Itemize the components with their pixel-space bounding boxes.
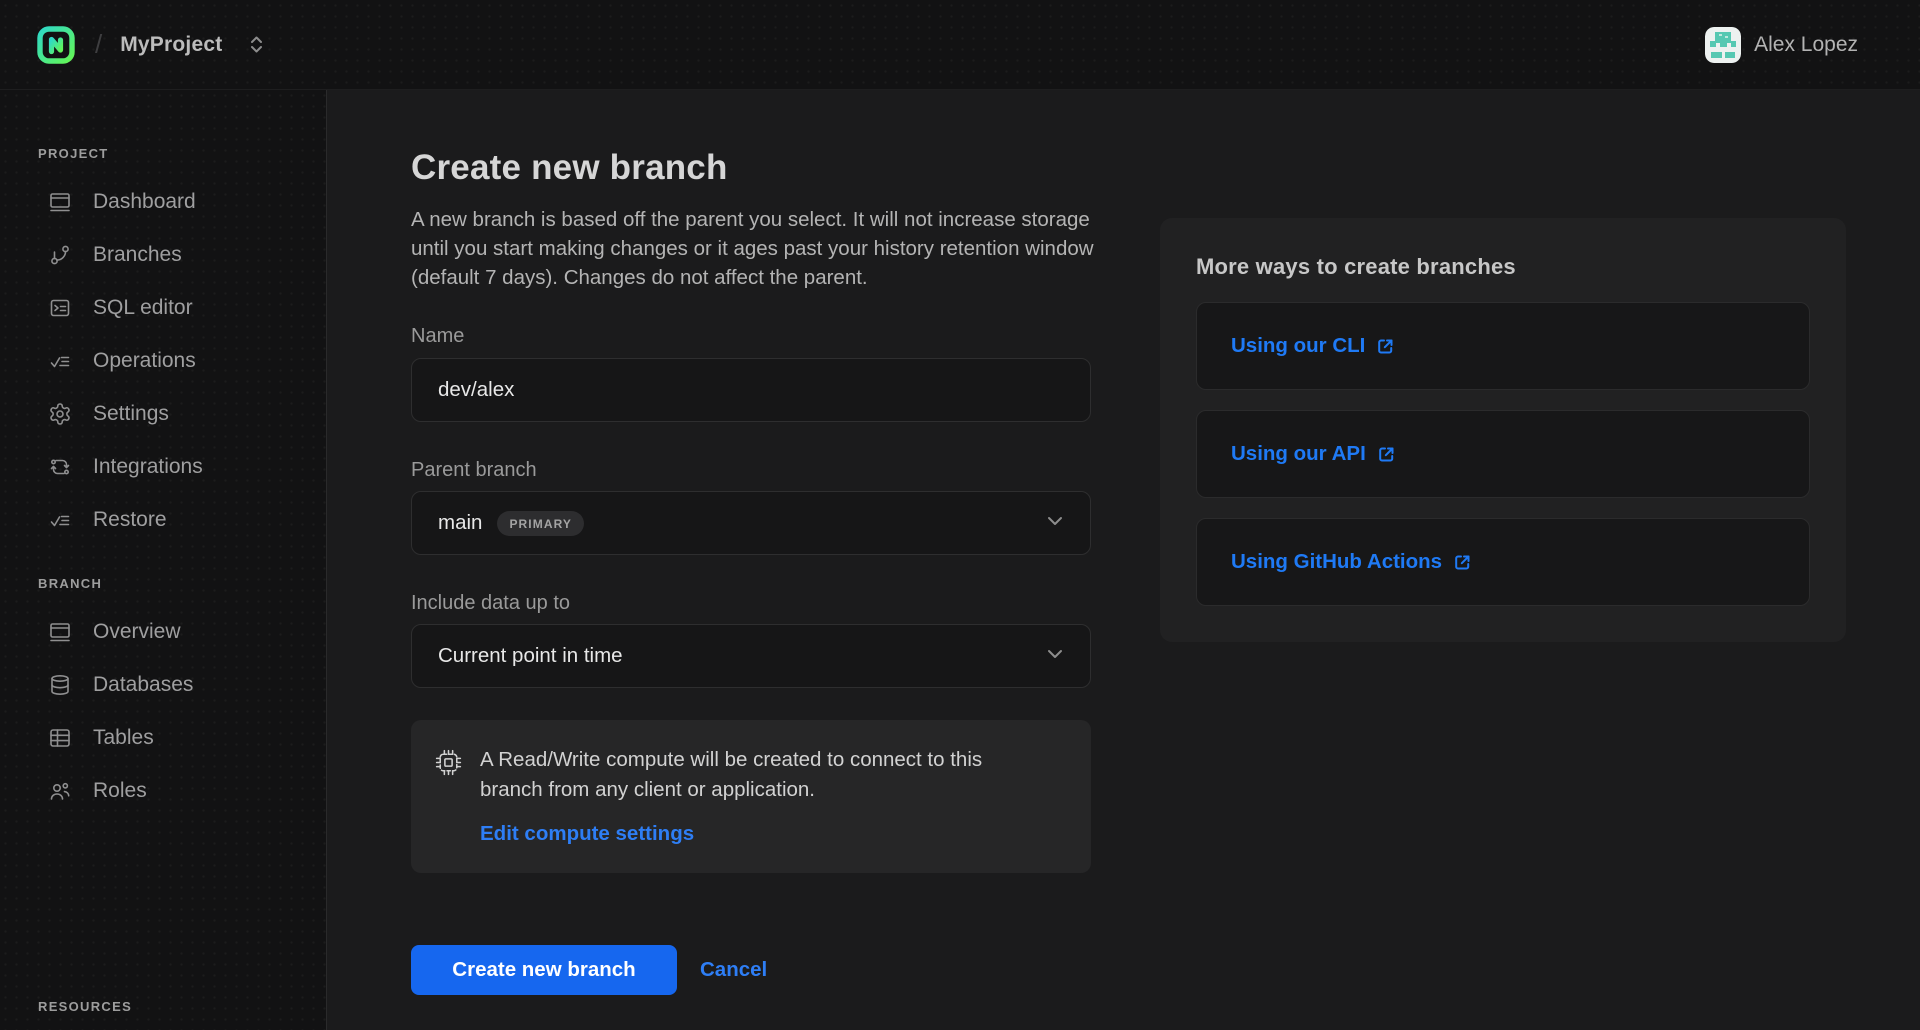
external-link-icon	[1452, 551, 1473, 573]
project-switcher[interactable]: MyProject	[120, 33, 265, 57]
database-icon	[48, 673, 72, 697]
sidebar-item-overview[interactable]: Overview	[0, 605, 326, 658]
parent-branch-value: main	[438, 511, 482, 535]
sidebar-spacer	[0, 817, 326, 999]
api-link: Using our API	[1231, 442, 1397, 466]
avatar	[1705, 27, 1741, 63]
chevron-down-icon	[1044, 510, 1066, 537]
sidebar-item-label: Restore	[93, 508, 167, 532]
more-ways-title: More ways to create branches	[1196, 254, 1810, 280]
create-branch-form: Create new branch A new branch is based …	[411, 146, 1091, 995]
sidebar-section-resources: RESOURCES	[0, 999, 326, 1014]
sidebar-item-branches[interactable]: Branches	[0, 228, 326, 281]
gear-icon	[48, 402, 72, 426]
git-branch-icon	[48, 243, 72, 267]
chevron-up-down-icon	[248, 33, 265, 56]
sidebar-item-dashboard[interactable]: Dashboard	[0, 175, 326, 228]
users-icon	[48, 779, 72, 803]
include-data-value: Current point in time	[438, 644, 623, 668]
sidebar-item-label: Roles	[93, 779, 147, 803]
terminal-icon	[48, 296, 72, 320]
page-description: A new branch is based off the parent you…	[411, 205, 1101, 292]
include-data-label: Include data up to	[411, 591, 1091, 615]
github-actions-link: Using GitHub Actions	[1231, 550, 1473, 574]
checklist-icon	[48, 508, 72, 532]
user-name: Alex Lopez	[1754, 33, 1858, 57]
sidebar-item-label: Tables	[93, 726, 154, 750]
sidebar-item-label: Operations	[93, 349, 196, 373]
cli-link-label: Using our CLI	[1231, 334, 1365, 358]
compute-info-text: A Read/Write compute will be created to …	[480, 745, 1045, 805]
sidebar-item-integrations[interactable]: Integrations	[0, 440, 326, 493]
api-link-card[interactable]: Using our API	[1196, 410, 1810, 498]
window-icon	[48, 620, 72, 644]
sidebar-item-sql-editor[interactable]: SQL editor	[0, 281, 326, 334]
sidebar-item-label: Branches	[93, 243, 182, 267]
chevron-down-icon	[1044, 643, 1066, 670]
user-menu[interactable]: Alex Lopez	[1705, 27, 1858, 63]
external-link-icon	[1376, 443, 1397, 465]
main-content: Create new branch A new branch is based …	[327, 90, 1920, 1030]
sidebar-item-settings[interactable]: Settings	[0, 387, 326, 440]
cancel-button[interactable]: Cancel	[700, 958, 767, 982]
compute-info-box: A Read/Write compute will be created to …	[411, 720, 1091, 873]
breadcrumb-separator: /	[95, 29, 102, 60]
more-ways-panel: More ways to create branches Using our C…	[1160, 218, 1846, 642]
sidebar-item-label: Integrations	[93, 455, 203, 479]
api-link-label: Using our API	[1231, 442, 1366, 466]
create-branch-button[interactable]: Create new branch	[411, 945, 677, 995]
top-bar: / MyProject Alex Lopez	[0, 0, 1920, 90]
form-actions: Create new branch Cancel	[411, 945, 1091, 995]
sidebar-item-tables[interactable]: Tables	[0, 711, 326, 764]
dashboard-icon	[48, 190, 72, 214]
sync-icon	[48, 455, 72, 479]
edit-compute-settings-link[interactable]: Edit compute settings	[480, 822, 694, 846]
cli-link-card[interactable]: Using our CLI	[1196, 302, 1810, 390]
sidebar-item-label: Overview	[93, 620, 181, 644]
page-title: Create new branch	[411, 146, 1091, 190]
sidebar-item-roles[interactable]: Roles	[0, 764, 326, 817]
sidebar: PROJECT Dashboard Branches SQL editor Op…	[0, 90, 327, 1030]
parent-branch-select[interactable]: main PRIMARY	[411, 491, 1091, 555]
sidebar-item-operations[interactable]: Operations	[0, 334, 326, 387]
sidebar-section-branch: BRANCH	[0, 576, 326, 591]
sidebar-item-restore[interactable]: Restore	[0, 493, 326, 546]
sidebar-item-label: Databases	[93, 673, 193, 697]
github-actions-link-label: Using GitHub Actions	[1231, 550, 1442, 574]
checklist-icon	[48, 349, 72, 373]
sidebar-section-project: PROJECT	[0, 146, 326, 161]
include-data-select[interactable]: Current point in time	[411, 624, 1091, 688]
compute-info-body: A Read/Write compute will be created to …	[480, 745, 1045, 846]
sidebar-item-databases[interactable]: Databases	[0, 658, 326, 711]
project-name: MyProject	[120, 33, 222, 57]
sidebar-item-label: Dashboard	[93, 190, 196, 214]
parent-branch-label: Parent branch	[411, 458, 1091, 482]
table-icon	[48, 726, 72, 750]
sidebar-item-label: Settings	[93, 402, 169, 426]
external-link-icon	[1375, 335, 1396, 357]
neon-logo-icon[interactable]	[37, 26, 75, 64]
cpu-chip-icon	[433, 747, 464, 778]
name-label: Name	[411, 324, 1091, 348]
sidebar-item-label: SQL editor	[93, 296, 193, 320]
branch-name-input[interactable]	[411, 358, 1091, 422]
cli-link: Using our CLI	[1231, 334, 1396, 358]
github-actions-link-card[interactable]: Using GitHub Actions	[1196, 518, 1810, 606]
primary-badge: PRIMARY	[497, 511, 584, 536]
